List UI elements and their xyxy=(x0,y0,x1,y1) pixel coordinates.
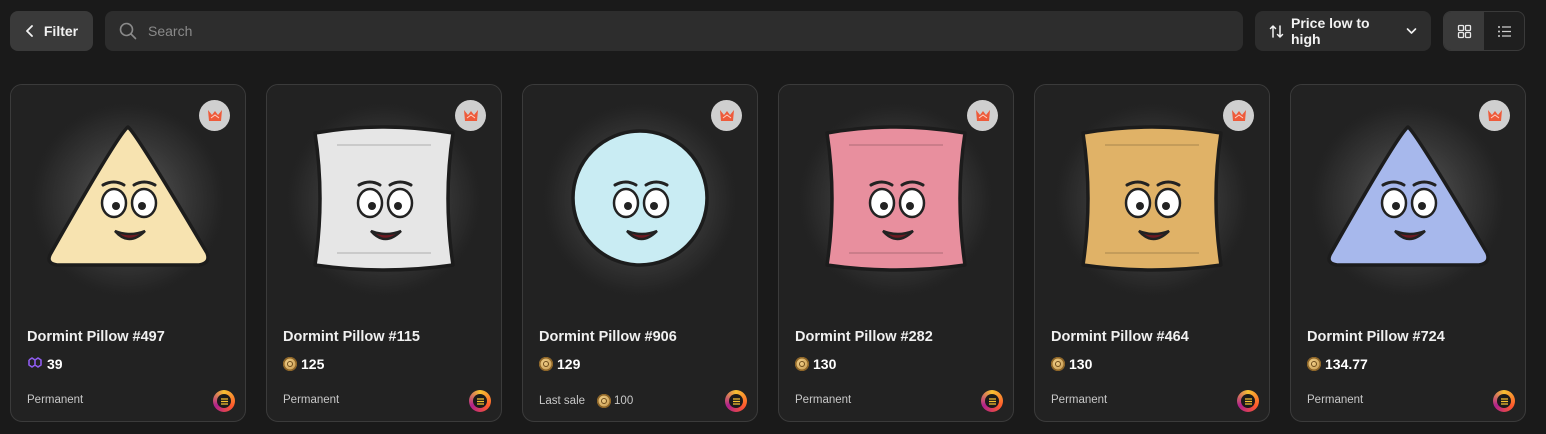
list-view-button[interactable] xyxy=(1484,12,1524,50)
collection-badge-icon[interactable] xyxy=(199,100,230,131)
last-sale-value: 100 xyxy=(597,394,633,408)
collection-badge-icon[interactable] xyxy=(1223,100,1254,131)
footer-label: Permanent xyxy=(1051,394,1108,406)
nft-footer: Last sale 100 xyxy=(539,394,633,408)
nft-price: 130 xyxy=(795,355,836,373)
nft-footer: Permanent xyxy=(795,394,851,406)
marketplace-logo-icon[interactable] xyxy=(213,390,235,412)
sort-label: Price low to high xyxy=(1291,15,1370,47)
marketplace-logo-icon[interactable] xyxy=(725,390,747,412)
sort-arrows-icon xyxy=(1269,24,1284,38)
coin-icon xyxy=(1051,357,1065,371)
nft-name: Dormint Pillow #282 xyxy=(795,329,933,345)
coin-icon xyxy=(795,357,809,371)
search-input[interactable] xyxy=(146,22,1150,40)
price-value: 130 xyxy=(1069,356,1093,372)
nft-card[interactable]: Dormint Pillow #724 134.77 Permanent xyxy=(1290,84,1526,422)
collection-badge-icon[interactable] xyxy=(967,100,998,131)
nft-card[interactable]: Dormint Pillow #464 130 Permanent xyxy=(1034,84,1270,422)
top-toolbar: Filter Price low to high xyxy=(0,0,1546,62)
nft-name: Dormint Pillow #115 xyxy=(283,329,420,345)
search-bar[interactable] xyxy=(105,11,1243,51)
nft-footer: Permanent xyxy=(283,394,339,406)
marketplace-logo-icon[interactable] xyxy=(981,390,1003,412)
nft-name: Dormint Pillow #724 xyxy=(1307,329,1445,345)
footer-label: Permanent xyxy=(283,394,340,406)
footer-label: Permanent xyxy=(795,394,852,406)
footer-label: Last sale xyxy=(539,395,586,407)
coin-icon xyxy=(1307,357,1321,371)
price-value: 125 xyxy=(301,356,325,372)
coin-icon xyxy=(597,394,612,408)
nft-card[interactable]: Dormint Pillow #497 39 Permanent xyxy=(10,84,246,422)
nft-footer: Permanent xyxy=(1051,394,1107,406)
marketplace-logo-icon[interactable] xyxy=(1493,390,1515,412)
footer-label: Permanent xyxy=(27,394,84,406)
search-icon xyxy=(119,22,137,40)
filter-button[interactable]: Filter xyxy=(10,11,93,51)
collection-badge-icon[interactable] xyxy=(711,100,742,131)
footer-label: Permanent xyxy=(1307,394,1364,406)
nft-price: 125 xyxy=(283,355,324,373)
nft-name: Dormint Pillow #497 xyxy=(27,329,165,345)
coin-icon xyxy=(283,357,297,371)
price-value: 39 xyxy=(47,356,63,372)
nft-footer: Permanent xyxy=(1307,394,1363,406)
nft-price: 130 xyxy=(1051,355,1092,373)
nft-name: Dormint Pillow #906 xyxy=(539,329,677,345)
price-value: 134.77 xyxy=(1325,356,1368,372)
chevron-down-icon xyxy=(1406,28,1417,34)
view-toggle xyxy=(1443,11,1525,51)
nft-card[interactable]: Dormint Pillow #115 125 Permanent xyxy=(266,84,502,422)
nft-name: Dormint Pillow #464 xyxy=(1051,329,1189,345)
price-value: 129 xyxy=(557,356,581,372)
collection-badge-icon[interactable] xyxy=(455,100,486,131)
list-icon xyxy=(1497,25,1511,37)
grid-view-button[interactable] xyxy=(1444,12,1484,50)
nft-footer: Permanent xyxy=(27,394,83,406)
chevron-left-icon xyxy=(25,25,33,37)
marketplace-logo-icon[interactable] xyxy=(469,390,491,412)
nft-price: 39 xyxy=(27,355,63,373)
collection-badge-icon[interactable] xyxy=(1479,100,1510,131)
sort-dropdown[interactable]: Price low to high xyxy=(1255,11,1431,51)
coin-icon xyxy=(539,357,553,371)
nft-price: 134.77 xyxy=(1307,355,1368,373)
filter-button-label: Filter xyxy=(43,23,79,39)
nft-card[interactable]: Dormint Pillow #906 129 Last sale 100 xyxy=(522,84,758,422)
price-value: 130 xyxy=(813,356,837,372)
polygon-icon xyxy=(27,356,43,372)
nft-price: 129 xyxy=(539,355,580,373)
marketplace-logo-icon[interactable] xyxy=(1237,390,1259,412)
nft-card[interactable]: Dormint Pillow #282 130 Permanent xyxy=(778,84,1014,422)
grid-icon xyxy=(1457,24,1471,38)
